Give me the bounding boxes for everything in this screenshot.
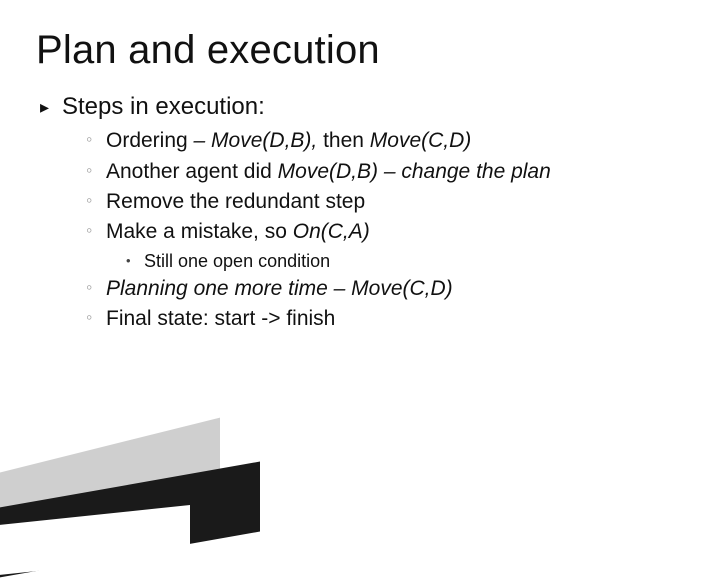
section-heading: Steps in execution: xyxy=(62,91,684,123)
list-item-text-italic: Planning one more time – Move(C,D) xyxy=(106,275,684,303)
list-item-text: Ordering – Move(D,B), then Move(C,D) xyxy=(106,127,684,155)
bullet-lvl2-icon: ◦ xyxy=(86,305,106,333)
list-item: ◦ Make a mistake, so On(C,A) xyxy=(86,218,684,246)
list-item: ◦ Another agent did Move(D,B) – change t… xyxy=(86,158,684,186)
text-run: Another agent did xyxy=(106,160,278,183)
sub-list-item-text: Still one open condition xyxy=(144,249,684,273)
bullet-lvl2-icon: ◦ xyxy=(86,158,106,186)
bullet-lvl2-icon: ◦ xyxy=(86,127,106,155)
list-item-text: Final state: start -> finish xyxy=(106,305,684,333)
bullet-lvl2-icon: ◦ xyxy=(86,275,106,303)
list-item: ◦ Planning one more time – Move(C,D) xyxy=(86,275,684,303)
list-item: ◦ Final state: start -> finish xyxy=(86,305,684,333)
text-run: Make a mistake, so xyxy=(106,220,293,243)
slide-body: ▸ Steps in execution: ◦ Ordering – Move(… xyxy=(36,91,684,334)
list-item-text: Another agent did Move(D,B) – change the… xyxy=(106,158,684,186)
list-item: ◦ Remove the redundant step xyxy=(86,188,684,216)
section-heading-row: ▸ Steps in execution: xyxy=(40,91,684,123)
text-run-italic: Move(D,B) – change the plan xyxy=(278,160,551,183)
text-run-italic: – Move(D,B), xyxy=(194,129,324,152)
bullet-lvl2-icon: ◦ xyxy=(86,218,106,246)
list-item: ◦ Ordering – Move(D,B), then Move(C,D) xyxy=(86,127,684,155)
list-item-text: Remove the redundant step xyxy=(106,188,684,216)
list-item-text: Make a mistake, so On(C,A) xyxy=(106,218,684,246)
text-run: Ordering xyxy=(106,129,194,152)
bullet-lvl2-icon: ◦ xyxy=(86,188,106,216)
bullet-lvl3-icon: • xyxy=(126,249,144,273)
slide: Plan and execution ▸ Steps in execution:… xyxy=(0,0,720,540)
text-run-italic: On(C,A) xyxy=(293,220,370,243)
slide-title: Plan and execution xyxy=(36,28,684,73)
sub-list-item: • Still one open condition xyxy=(126,249,684,273)
bullet-lvl1-icon: ▸ xyxy=(40,91,62,123)
text-run: then xyxy=(323,129,370,152)
text-run-italic: Move(C,D) xyxy=(370,129,472,152)
